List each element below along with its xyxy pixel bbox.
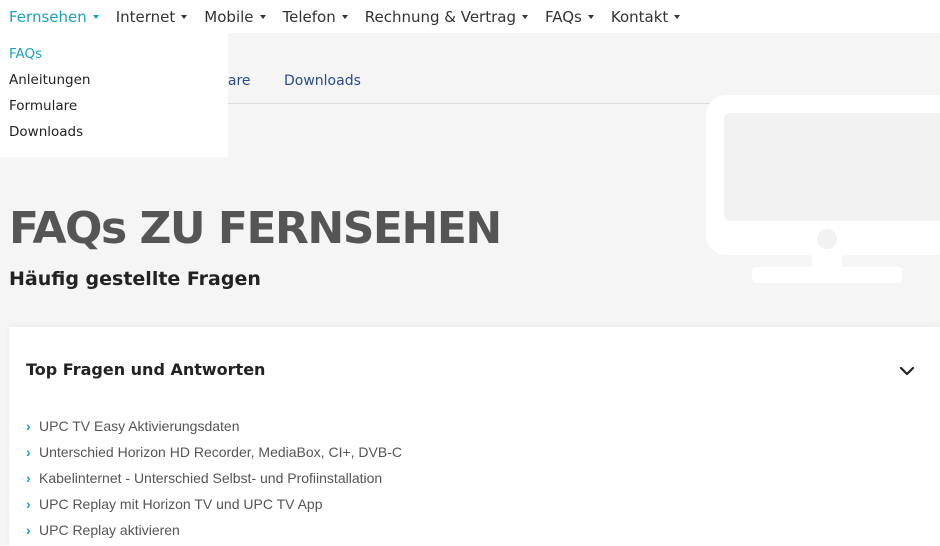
caret-down-icon [92, 15, 99, 19]
nav-item-kontakt[interactable]: Kontakt [610, 7, 681, 26]
caret-down-icon [674, 15, 681, 19]
nav-item-faqs[interactable]: FAQs [545, 8, 594, 26]
fernsehen-dropdown-menu: FAQs Anleitungen Formulare Downloads [0, 33, 228, 157]
faq-question-text: Kabelinternet - Unterschied Selbst- und … [39, 470, 383, 486]
faq-question-text: UPC Replay mit Horizon TV und UPC TV App [39, 496, 323, 512]
dropdown-item-faqs[interactable]: FAQs [0, 46, 228, 72]
chevron-right-icon: › [26, 444, 31, 460]
caret-down-icon [587, 15, 594, 19]
faq-question-text: UPC TV Easy Aktivierungsdaten [39, 418, 240, 434]
caret-down-icon [181, 15, 188, 19]
dropdown-item-downloads[interactable]: Downloads [0, 124, 228, 150]
nav-label: Rechnung & Vertrag [364, 7, 516, 26]
dropdown-item-anleitungen[interactable]: Anleitungen [0, 72, 228, 98]
caret-down-icon [521, 15, 528, 19]
chevron-right-icon: › [26, 522, 31, 538]
subnav-link-downloads[interactable]: Downloads [284, 73, 361, 89]
faq-question-link[interactable]: › UPC TV Easy Aktivierungsdaten [26, 413, 402, 439]
tv-icon [706, 95, 940, 283]
faq-question-link[interactable]: › Kabelinternet - Unterschied Selbst- un… [26, 465, 402, 491]
faq-question-text: UPC Replay aktivieren [39, 522, 180, 538]
nav-label: Telefon [282, 7, 336, 26]
nav-label: Kontakt [610, 7, 669, 26]
chevron-right-icon: › [26, 470, 31, 486]
faq-question-text: Unterschied Horizon HD Recorder, MediaBo… [39, 444, 402, 460]
faq-list: › UPC TV Easy Aktivierungsdaten › Unters… [26, 413, 402, 543]
dropdown-item-formulare[interactable]: Formulare [0, 98, 228, 124]
nav-label: Fernsehen [9, 7, 87, 26]
caret-down-icon [341, 15, 348, 19]
page-title: FAQs ZU FERNSEHEN [9, 203, 502, 254]
nav-item-fernsehen[interactable]: Fernsehen [9, 8, 99, 26]
nav-item-internet[interactable]: Internet [116, 8, 188, 26]
nav-label: Internet [115, 7, 176, 26]
chevron-down-icon[interactable] [897, 363, 917, 379]
main-navigation: Fernsehen Internet Mobile Telefon Rechnu… [0, 0, 940, 33]
nav-item-mobile[interactable]: Mobile [204, 7, 266, 26]
nav-item-rechnung-vertrag[interactable]: Rechnung & Vertrag [365, 8, 528, 26]
caret-down-icon [259, 15, 266, 19]
chevron-right-icon: › [26, 496, 31, 512]
faq-question-link[interactable]: › UPC Replay mit Horizon TV und UPC TV A… [26, 491, 402, 517]
page-subtitle: Häufig gestellte Fragen [9, 268, 261, 290]
faq-accordion-card: Top Fragen und Antworten › UPC TV Easy A… [9, 327, 940, 546]
faq-card-title[interactable]: Top Fragen und Antworten [26, 360, 265, 379]
nav-label: Mobile [204, 7, 254, 26]
nav-label: FAQs [544, 7, 582, 26]
nav-item-telefon[interactable]: Telefon [283, 8, 348, 26]
faq-question-link[interactable]: › Unterschied Horizon HD Recorder, Media… [26, 439, 402, 465]
faq-question-link[interactable]: › UPC Replay aktivieren [26, 517, 402, 543]
chevron-right-icon: › [26, 418, 31, 434]
